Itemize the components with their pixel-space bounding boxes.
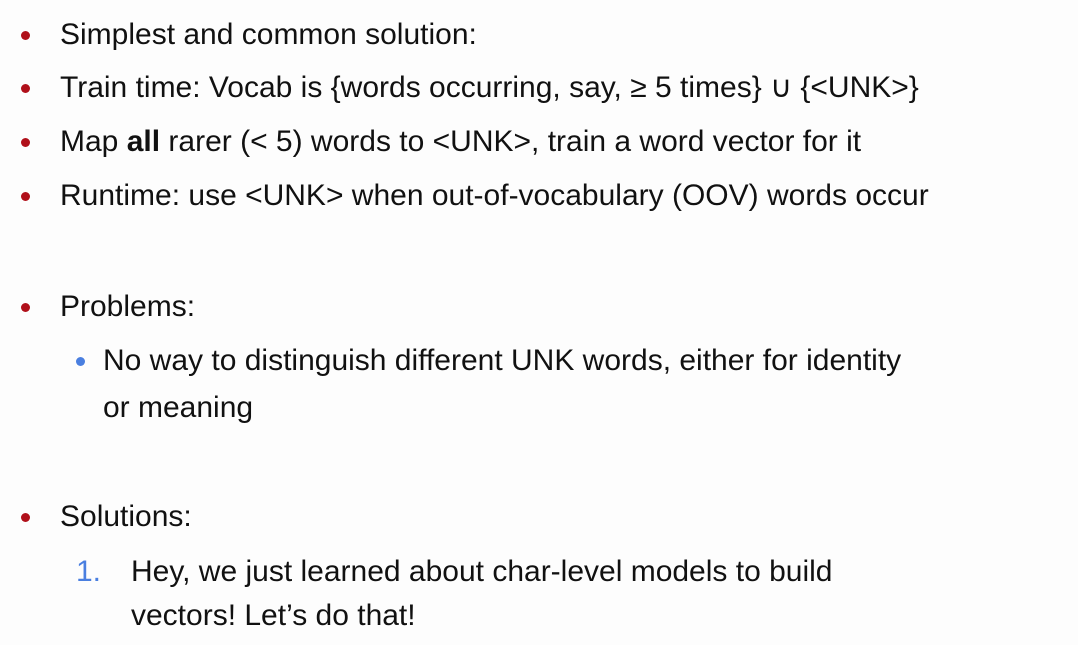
bullet-icon: [21, 31, 30, 40]
bullet-text: Train time: Vocab is {words occurring, s…: [60, 71, 919, 104]
sub-bullet-text: No way to distinguish different UNK word…: [103, 344, 902, 377]
bold-text: all: [126, 125, 161, 158]
list-item-text: Hey, we just learned about char-level mo…: [131, 555, 833, 588]
bullet-icon: [21, 84, 30, 93]
bullet-icon: [21, 192, 30, 201]
bullet-text: Problems:: [60, 290, 196, 323]
bullet-text: Runtime: use <UNK> when out-of-vocabular…: [60, 179, 929, 212]
sub-bullet-icon: [76, 357, 85, 366]
bullet-text: Simplest and common solution:: [60, 18, 477, 51]
list-number: 1.: [76, 555, 102, 588]
list-item-text: vectors! Let’s do that!: [131, 599, 416, 632]
bullet-text: Solutions:: [60, 500, 192, 533]
bullet-icon: [21, 303, 30, 312]
bullet-text: Map all rarer (< 5) words to <UNK>, trai…: [60, 124, 861, 160]
sub-bullet-text: or meaning: [103, 391, 254, 424]
bullet-icon: [21, 513, 30, 522]
text: Map: [60, 125, 127, 158]
bullet-icon: [21, 138, 30, 147]
text: rarer (< 5) words to <UNK>, train a word…: [160, 125, 862, 158]
